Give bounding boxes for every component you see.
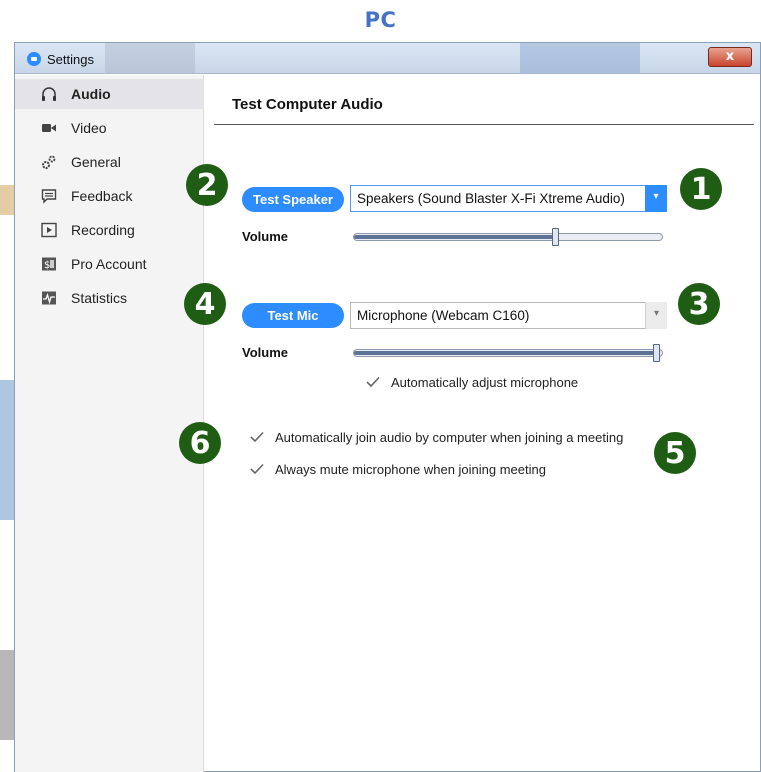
callout-badge-3: 3 bbox=[678, 283, 720, 325]
sidebar-item-label: Feedback bbox=[71, 188, 133, 204]
auto-adjust-mic-label: Automatically adjust microphone bbox=[391, 374, 579, 390]
background-window-ghost bbox=[105, 43, 195, 73]
check-icon[interactable] bbox=[249, 429, 265, 445]
page-heading: PC bbox=[364, 8, 397, 32]
sidebar-item-label: General bbox=[71, 154, 121, 170]
settings-window: Settings x Audio Video General Feedback … bbox=[14, 42, 761, 772]
sidebar-item-label: Pro Account bbox=[71, 256, 147, 272]
settings-content: Test Computer Audio Test Speaker Speaker… bbox=[205, 75, 761, 772]
close-button[interactable]: x bbox=[708, 47, 752, 67]
callout-badge-5: 5 bbox=[654, 432, 696, 474]
speaker-volume-slider[interactable] bbox=[353, 228, 663, 246]
chat-bubble-icon bbox=[41, 188, 57, 204]
sidebar-item-statistics[interactable]: Statistics bbox=[15, 283, 204, 313]
background-window-ghost bbox=[520, 43, 640, 73]
sidebar-item-label: Video bbox=[71, 120, 107, 136]
video-camera-icon bbox=[41, 120, 57, 136]
check-icon[interactable] bbox=[249, 461, 265, 477]
zoom-logo-icon bbox=[27, 52, 41, 66]
test-speaker-button[interactable]: Test Speaker bbox=[242, 187, 344, 212]
gears-icon bbox=[41, 154, 57, 170]
mic-volume-label: Volume bbox=[242, 345, 288, 360]
sidebar-item-label: Audio bbox=[71, 86, 111, 102]
speaker-volume-label: Volume bbox=[242, 229, 288, 244]
chevron-down-icon[interactable]: ▾ bbox=[645, 185, 667, 212]
always-mute-mic-option[interactable]: Always mute microphone when joining meet… bbox=[249, 461, 546, 477]
speaker-select[interactable]: Speakers (Sound Blaster X-Fi Xtreme Audi… bbox=[350, 185, 667, 212]
speaker-volume-thumb[interactable] bbox=[552, 228, 559, 246]
svg-text:$: $ bbox=[44, 260, 50, 271]
sidebar-item-general[interactable]: General bbox=[15, 147, 204, 177]
close-icon: x bbox=[725, 49, 735, 64]
callout-badge-6: 6 bbox=[179, 422, 221, 464]
mic-volume-slider[interactable] bbox=[353, 344, 663, 362]
check-icon[interactable] bbox=[365, 374, 381, 390]
mic-volume-thumb[interactable] bbox=[653, 344, 660, 362]
auto-join-audio-option[interactable]: Automatically join audio by computer whe… bbox=[249, 429, 623, 445]
test-mic-button[interactable]: Test Mic bbox=[242, 303, 344, 328]
sidebar-item-feedback[interactable]: Feedback bbox=[15, 181, 204, 211]
section-title: Test Computer Audio bbox=[232, 96, 383, 113]
speaker-volume-fill bbox=[354, 235, 555, 239]
callout-badge-1: 1 bbox=[680, 168, 722, 210]
play-box-icon bbox=[41, 222, 57, 238]
sidebar-item-label: Recording bbox=[71, 222, 135, 238]
auto-join-audio-label: Automatically join audio by computer whe… bbox=[275, 429, 624, 445]
chevron-down-icon[interactable]: ▾ bbox=[645, 302, 667, 329]
sidebar-item-audio[interactable]: Audio bbox=[15, 79, 204, 109]
always-mute-mic-label: Always mute microphone when joining meet… bbox=[275, 461, 546, 477]
microphone-select[interactable]: Microphone (Webcam C160) ▾ bbox=[350, 302, 667, 329]
dollar-card-icon: $ bbox=[41, 256, 57, 272]
settings-sidebar: Audio Video General Feedback Recording $… bbox=[15, 75, 204, 772]
headphones-icon bbox=[41, 86, 57, 102]
sidebar-item-video[interactable]: Video bbox=[15, 113, 204, 143]
sidebar-item-label: Statistics bbox=[71, 290, 128, 306]
microphone-select-value: Microphone (Webcam C160) bbox=[357, 308, 530, 323]
callout-badge-4: 4 bbox=[184, 283, 226, 325]
sidebar-item-pro-account[interactable]: $ Pro Account bbox=[15, 249, 204, 279]
title-bar[interactable]: Settings x bbox=[15, 43, 760, 74]
section-divider bbox=[214, 124, 754, 125]
auto-adjust-mic-option[interactable]: Automatically adjust microphone bbox=[365, 374, 578, 390]
window-title: Settings bbox=[47, 52, 94, 67]
mic-volume-fill bbox=[354, 351, 658, 355]
callout-badge-2: 2 bbox=[186, 164, 228, 206]
sidebar-item-recording[interactable]: Recording bbox=[15, 215, 204, 245]
pulse-icon bbox=[41, 290, 57, 306]
speaker-select-value: Speakers (Sound Blaster X-Fi Xtreme Audi… bbox=[357, 191, 625, 206]
